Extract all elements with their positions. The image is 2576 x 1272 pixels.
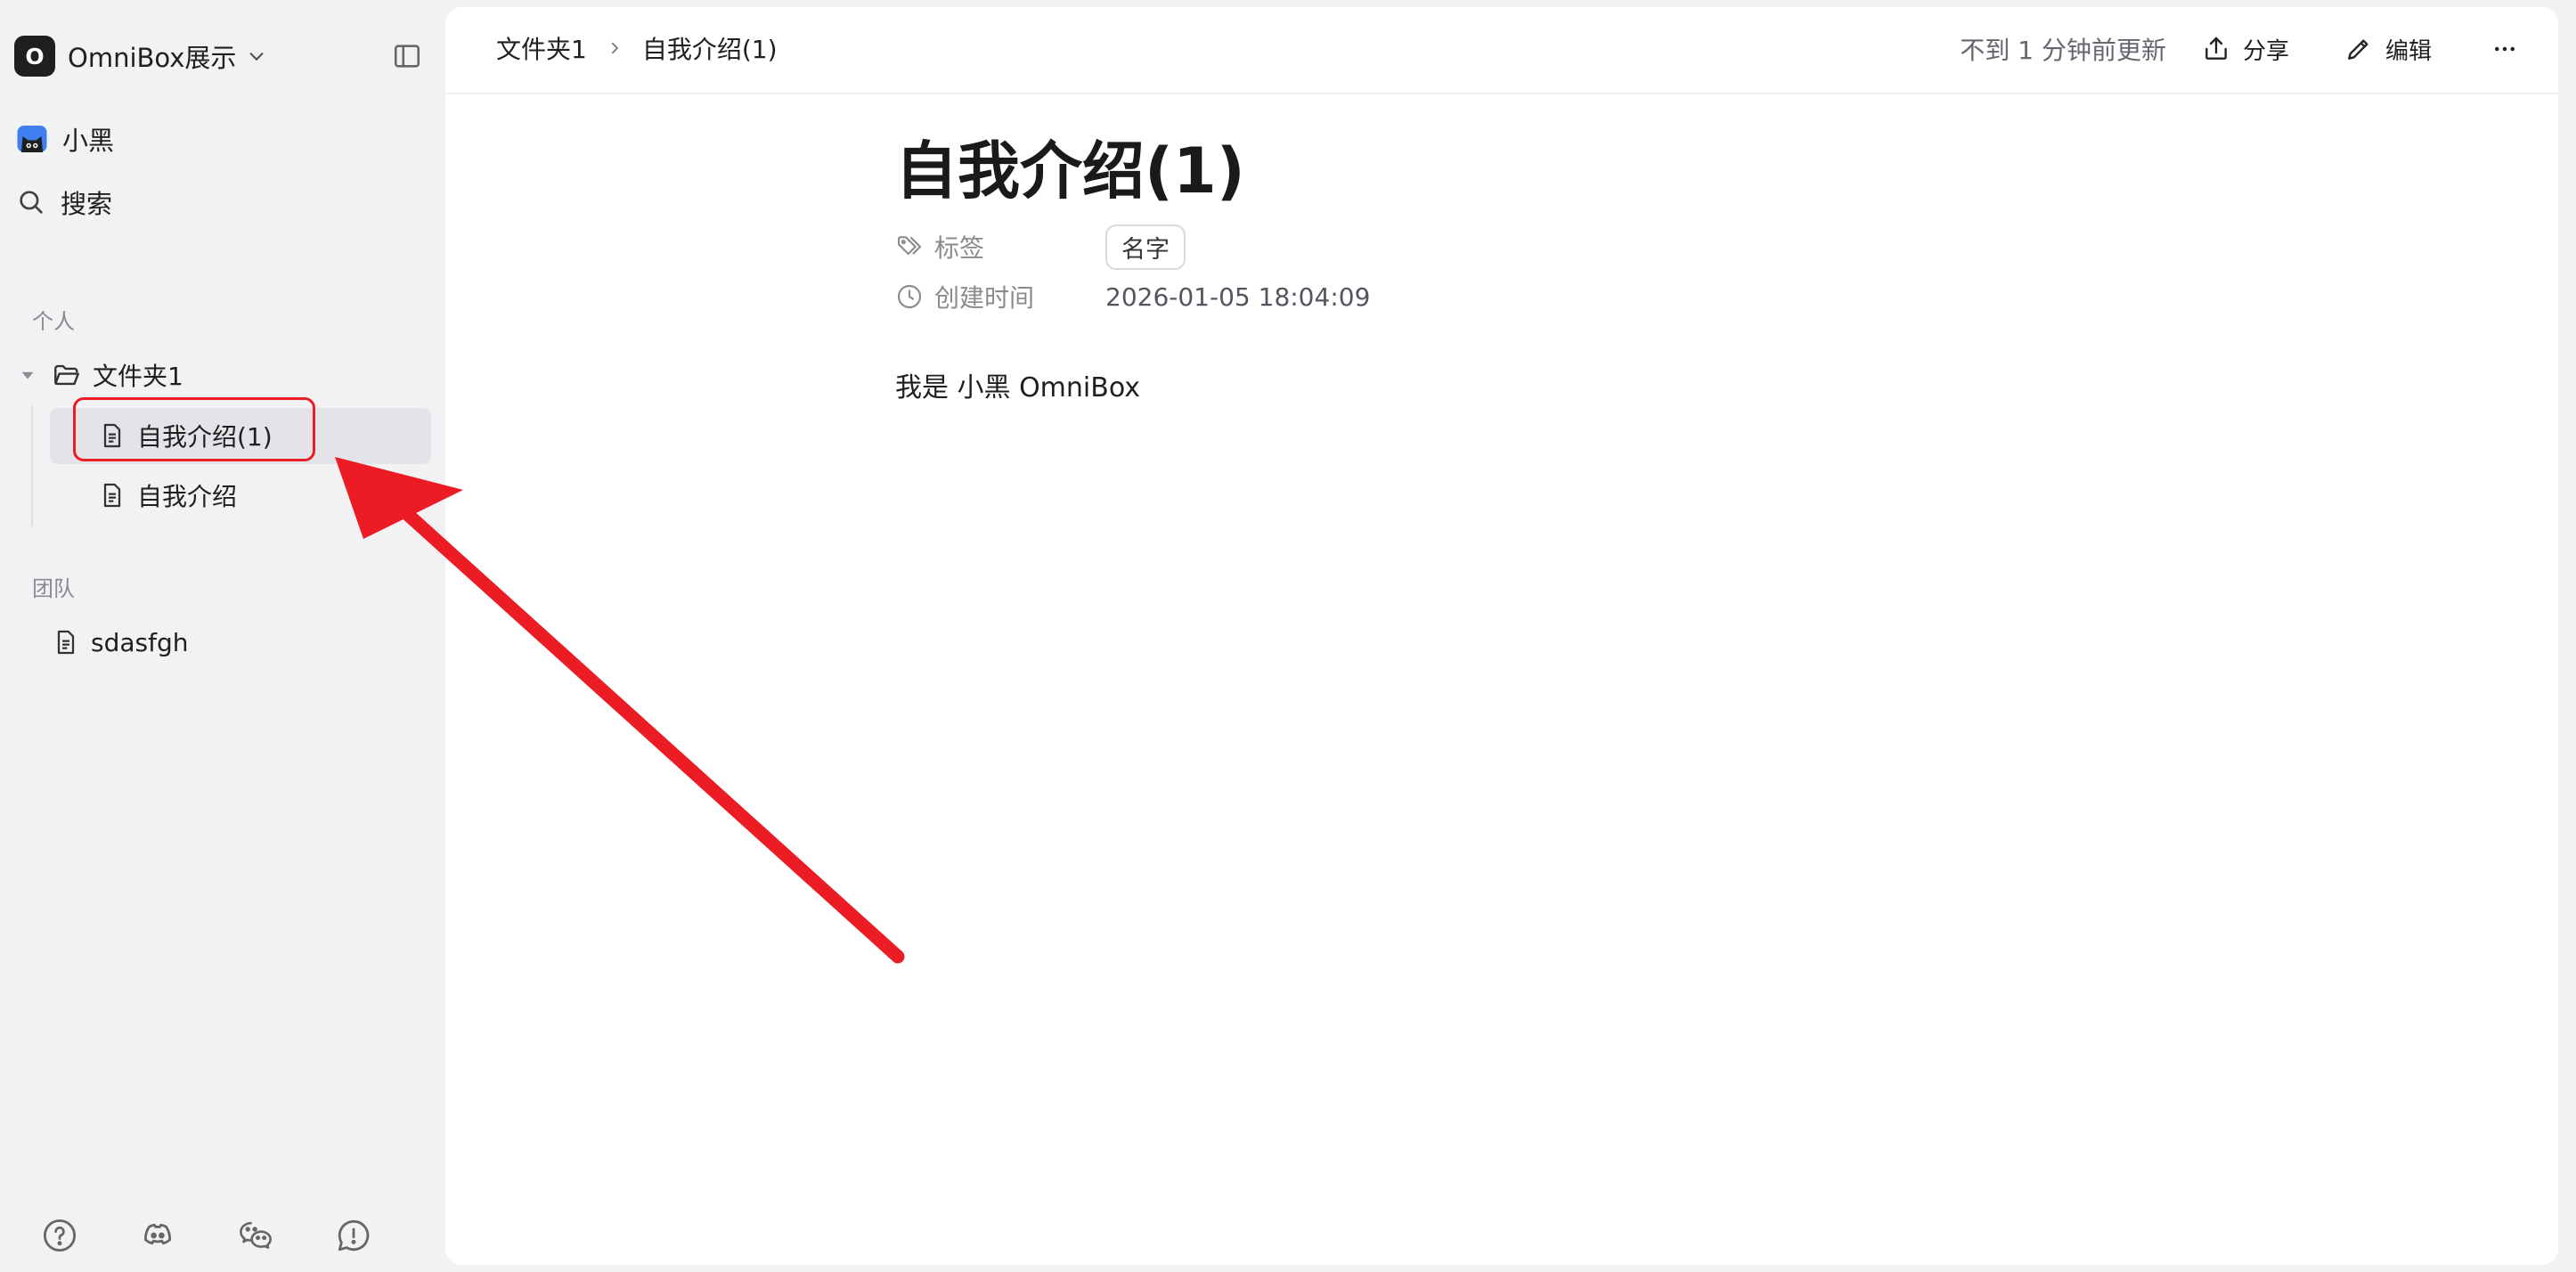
share-icon bbox=[2205, 37, 2227, 60]
folder-label: 文件夹1 bbox=[93, 362, 183, 391]
document-icon bbox=[103, 483, 121, 508]
workspace-name: OmniBox展示 bbox=[68, 43, 237, 73]
document-title[interactable]: 自我介绍(1) bbox=[895, 121, 1245, 211]
created-value: 2026-01-05 18:04:09 bbox=[1105, 281, 1371, 312]
tags-label: 标签 bbox=[934, 233, 985, 263]
breadcrumb-folder[interactable]: 文件夹1 bbox=[496, 30, 587, 66]
updated-status: 不到 1 分钟前更新 bbox=[1960, 36, 2166, 65]
feedback-icon[interactable] bbox=[335, 1217, 372, 1254]
tree-indent-line bbox=[31, 405, 33, 526]
breadcrumb-current[interactable]: 自我介绍(1) bbox=[642, 30, 778, 66]
tag-icon bbox=[897, 236, 922, 256]
help-icon[interactable] bbox=[41, 1217, 78, 1254]
prop-created-name: 创建时间 bbox=[895, 279, 1105, 314]
cat-avatar-icon bbox=[17, 126, 47, 152]
document-icon bbox=[57, 630, 75, 655]
chevron-right-icon bbox=[611, 42, 618, 54]
nav-user[interactable]: 小黑 bbox=[16, 117, 114, 161]
doc-label: 自我介绍 bbox=[137, 482, 238, 511]
wechat-icon[interactable] bbox=[237, 1217, 274, 1254]
workspace-switcher[interactable]: O OmniBox展示 bbox=[14, 34, 266, 78]
annotation-highlight-box bbox=[73, 397, 315, 461]
section-team: 团队 bbox=[32, 576, 75, 601]
caret-down-icon[interactable] bbox=[16, 363, 39, 387]
header-actions: 不到 1 分钟前更新 分享 编辑 bbox=[1960, 27, 2523, 71]
edit-label: 编辑 bbox=[2384, 37, 2432, 65]
clock-icon bbox=[897, 284, 922, 309]
sidebar: O OmniBox展示 小黑 搜索 个人 文件夹1 自我介绍(1) 自我介绍 团… bbox=[0, 0, 445, 1272]
document-body[interactable]: 我是 小黑 OmniBox bbox=[895, 365, 1140, 404]
edit-button[interactable]: 编辑 bbox=[2344, 33, 2432, 66]
share-button[interactable]: 分享 bbox=[2202, 33, 2289, 66]
more-horizontal-icon bbox=[2495, 46, 2515, 52]
top-bar: 文件夹1 自我介绍(1) 不到 1 分钟前更新 分享 编辑 bbox=[445, 7, 2558, 94]
sidebar-toggle-icon[interactable] bbox=[392, 41, 422, 71]
chevron-down-icon bbox=[249, 53, 264, 61]
sidebar-footer bbox=[41, 1217, 372, 1254]
folder-open-icon bbox=[54, 364, 79, 386]
created-label: 创建时间 bbox=[934, 283, 1035, 313]
prop-tags-name: 标签 bbox=[895, 229, 1105, 265]
more-options-button[interactable] bbox=[2487, 31, 2523, 67]
nav-search[interactable]: 搜索 bbox=[16, 180, 112, 224]
tree-team-doc-item[interactable]: sdasfgh bbox=[52, 616, 188, 669]
search-icon bbox=[20, 191, 43, 214]
main-panel: 文件夹1 自我介绍(1) 不到 1 分钟前更新 分享 编辑 自我介绍(1) 标签… bbox=[445, 7, 2558, 1265]
tree-doc-item[interactable]: 自我介绍 bbox=[98, 469, 237, 522]
prop-created: 创建时间 2026-01-05 18:04:09 bbox=[895, 274, 1370, 319]
tree-folder[interactable]: 文件夹1 bbox=[16, 348, 183, 402]
share-label: 分享 bbox=[2242, 37, 2289, 65]
workspace-avatar: O bbox=[14, 36, 55, 77]
team-doc-label: sdasfgh bbox=[91, 627, 189, 657]
search-label: 搜索 bbox=[61, 189, 113, 219]
breadcrumb: 文件夹1 自我介绍(1) bbox=[496, 30, 778, 66]
discord-icon[interactable] bbox=[139, 1217, 176, 1254]
section-personal: 个人 bbox=[32, 309, 75, 334]
user-name: 小黑 bbox=[62, 126, 115, 156]
pencil-icon bbox=[2348, 39, 2368, 60]
prop-tags: 标签 名字 bbox=[895, 224, 1186, 270]
tag-chip[interactable]: 名字 bbox=[1105, 224, 1186, 270]
